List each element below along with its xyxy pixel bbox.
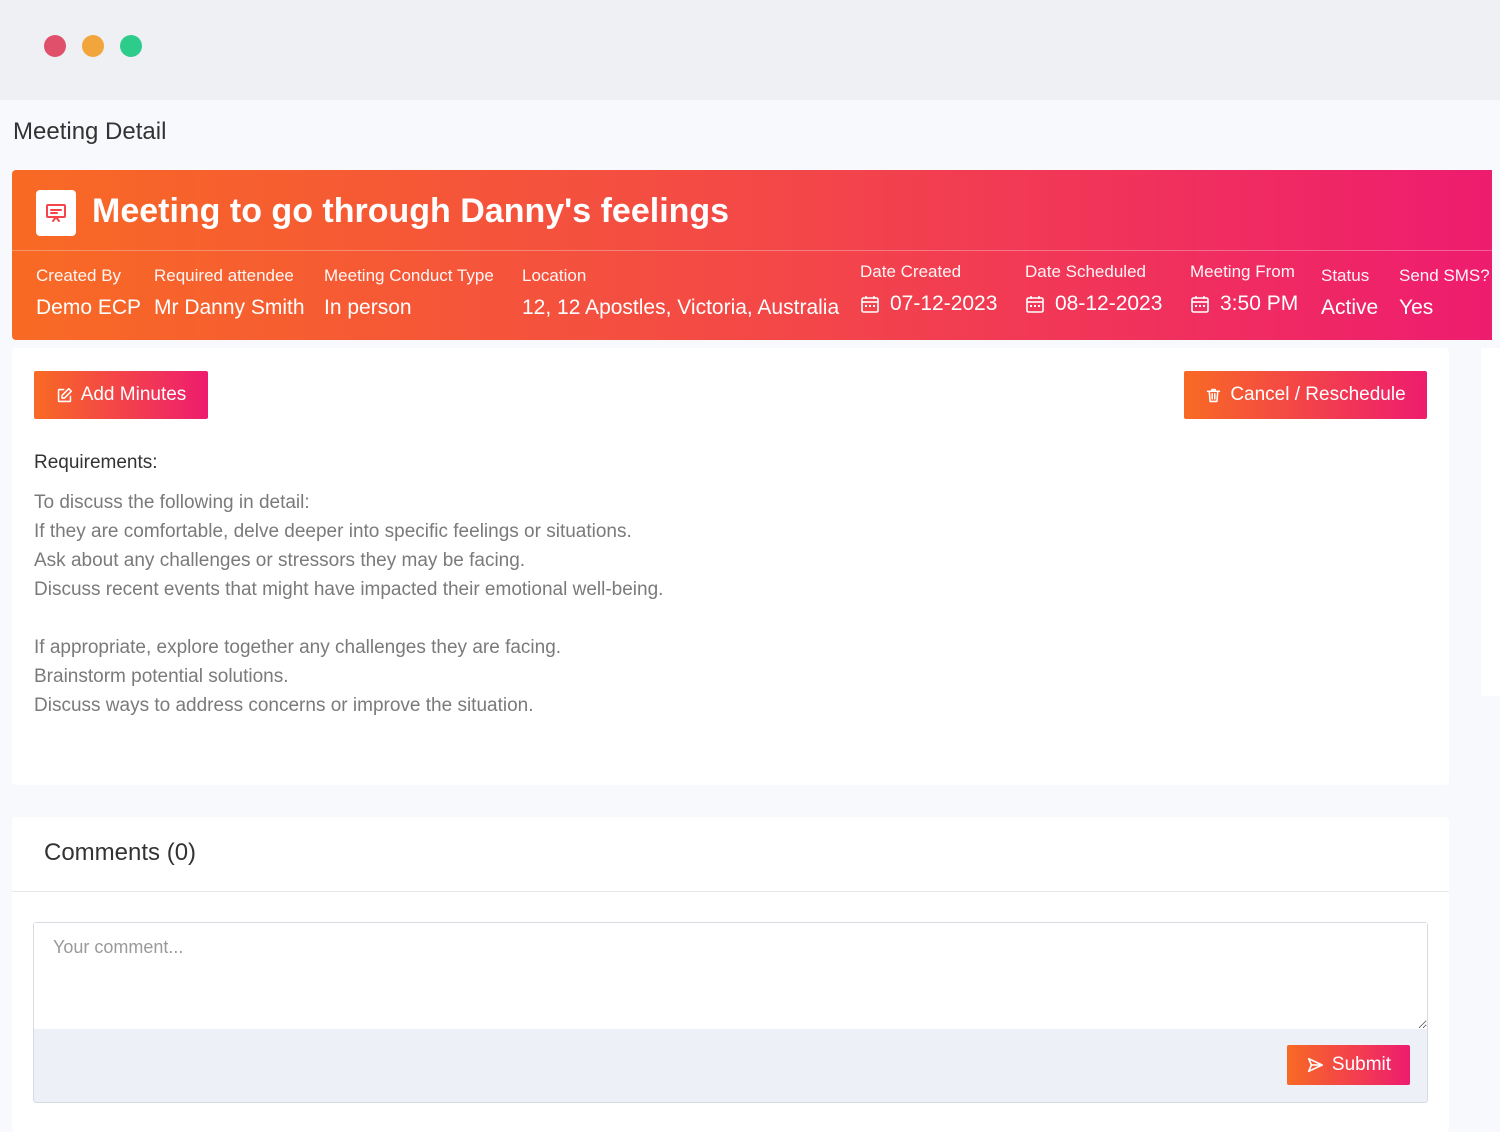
add-minutes-button[interactable]: Add Minutes (34, 371, 208, 419)
meta-required-attendee: Required attendee Mr Danny Smith (154, 266, 305, 320)
calendar-icon (861, 296, 879, 313)
cancel-reschedule-button[interactable]: Cancel / Reschedule (1184, 371, 1427, 419)
comments-heading: Comments (0) (44, 839, 197, 866)
meta-value: 08-12-2023 (1025, 292, 1162, 316)
calendar-icon (1026, 296, 1044, 313)
meta-value: 12, 12 Apostles, Victoria, Australia (522, 296, 840, 319)
window-close-button[interactable] (44, 35, 66, 57)
meta-label: Created By (36, 266, 122, 285)
requirement-line: Ask about any challenges or stressors th… (34, 550, 526, 571)
meta-label: Required attendee (154, 266, 294, 285)
meta-value: Mr Danny Smith (154, 296, 305, 319)
meta-value: 3:50 PM (1190, 292, 1298, 316)
meta-value: 07-12-2023 (860, 292, 997, 316)
requirements-text: To discuss the following in detail: If t… (34, 488, 663, 720)
cancel-reschedule-label: Cancel / Reschedule (1230, 384, 1406, 405)
comments-card: Comments (0) Submit (12, 817, 1449, 1132)
meta-label: Date Scheduled (1025, 262, 1146, 281)
page-title: Meeting Detail (13, 118, 167, 145)
meta-location: Location 12, 12 Apostles, Victoria, Aust… (522, 266, 839, 320)
meta-value: Demo ECP (36, 296, 142, 319)
add-minutes-label: Add Minutes (80, 384, 187, 405)
meta-value-text: 3:50 PM (1220, 292, 1299, 315)
meta-conduct-type: Meeting Conduct Type In person (324, 266, 494, 320)
meeting-title: Meeting to go through Danny's feelings (92, 192, 730, 230)
meta-date-created: Date Created 07-12-2023 (860, 262, 997, 316)
meta-label: Status (1321, 266, 1370, 285)
requirements-heading: Requirements: (34, 452, 158, 473)
meta-label: Location (522, 266, 587, 285)
window-maximize-button[interactable] (120, 35, 142, 57)
requirement-line: Discuss ways to address concerns or impr… (34, 695, 534, 716)
meta-label: Date Created (860, 262, 962, 281)
requirement-line: If they are comfortable, delve deeper in… (34, 521, 632, 542)
meta-label: Send SMS? (1399, 266, 1490, 285)
meta-label: Meeting From (1190, 262, 1295, 281)
requirement-line (34, 604, 663, 633)
comments-divider (12, 891, 1449, 892)
meta-meeting-from: Meeting From 3:50 PM (1190, 262, 1298, 316)
meta-status: Status Active (1321, 266, 1378, 320)
requirement-line: If appropriate, explore together any cha… (34, 637, 562, 658)
meta-value: Yes (1399, 296, 1434, 319)
meta-value: Active (1321, 296, 1379, 319)
calendar-icon (1191, 296, 1209, 313)
submit-button[interactable]: Submit (1287, 1045, 1410, 1085)
requirement-line: To discuss the following in detail: (34, 492, 310, 513)
meta-date-scheduled: Date Scheduled 08-12-2023 (1025, 262, 1162, 316)
edit-icon (57, 387, 72, 402)
comment-form: Submit (33, 922, 1428, 1103)
meta-send-sms: Send SMS? Yes (1399, 266, 1490, 320)
presentation-icon (36, 190, 76, 236)
meta-value: In person (324, 296, 412, 319)
window-minimize-button[interactable] (82, 35, 104, 57)
submit-label: Submit (1331, 1054, 1392, 1075)
side-panel-edge (1481, 348, 1500, 696)
send-icon (1307, 1057, 1323, 1073)
meta-created-by: Created By Demo ECP (36, 266, 141, 320)
meta-label: Meeting Conduct Type (324, 266, 494, 285)
banner-divider (12, 250, 1492, 251)
trash-icon (1207, 388, 1221, 402)
meeting-header-banner: Meeting to go through Danny's feelings C… (12, 170, 1492, 340)
requirement-line: Brainstorm potential solutions. (34, 666, 289, 687)
window-titlebar (0, 0, 1500, 100)
meeting-detail-card: Add Minutes Cancel / Reschedule Requirem… (12, 348, 1449, 785)
requirement-line: Discuss recent events that might have im… (34, 579, 664, 600)
meta-value-text: 07-12-2023 (890, 292, 998, 315)
meta-value-text: 08-12-2023 (1055, 292, 1163, 315)
comment-input[interactable] (34, 923, 1427, 1029)
